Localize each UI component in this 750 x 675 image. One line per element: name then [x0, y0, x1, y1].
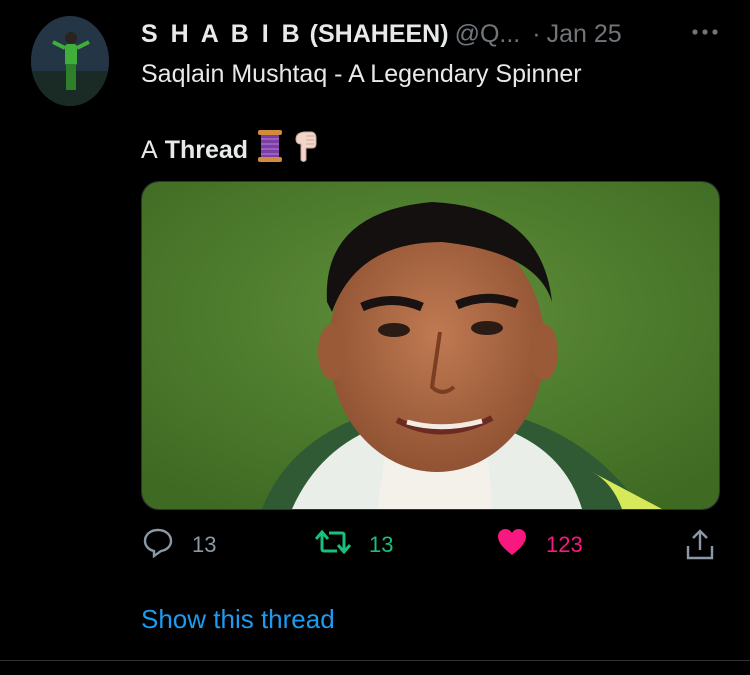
tweet-text-line2: A Thread [141, 129, 318, 171]
tweet-header: S H A B I B (SHAHEEN) @Q... · Jan 25 [141, 18, 661, 52]
like-count: 123 [546, 532, 583, 557]
author-name[interactable]: S H A B I B (SHAHEEN) [141, 20, 449, 48]
share-icon[interactable] [684, 528, 716, 567]
tweet-media-image[interactable] [141, 181, 720, 510]
like-button[interactable]: 123 [496, 528, 583, 562]
tweet-text-prefix: A [141, 136, 158, 164]
tweet-text-bold: Thread [164, 136, 249, 164]
ellipsis-icon[interactable] [690, 22, 720, 42]
show-thread-link[interactable]: Show this thread [141, 604, 335, 635]
tweet-text-line1: Saqlain Mushtaq - A Legendary Spinner [141, 60, 582, 88]
author-name-lead: S H A B I B [141, 20, 303, 48]
header-separator: · [532, 20, 541, 48]
reply-count: 13 [192, 532, 217, 557]
tweet-divider [0, 660, 750, 661]
reply-icon [142, 526, 174, 564]
retweet-icon [314, 527, 352, 563]
pointing-down-hand-icon [292, 130, 318, 170]
retweet-count: 13 [369, 532, 394, 557]
reply-button[interactable]: 13 [142, 528, 216, 562]
retweet-button[interactable]: 13 [314, 527, 394, 563]
author-name-rest: (SHAHEEN) [302, 20, 449, 48]
heart-icon [496, 527, 528, 563]
author-handle[interactable]: @Q... [455, 20, 521, 48]
author-avatar[interactable] [31, 16, 109, 106]
spool-of-thread-icon [256, 129, 284, 171]
tweet-date[interactable]: Jan 25 [547, 20, 622, 48]
